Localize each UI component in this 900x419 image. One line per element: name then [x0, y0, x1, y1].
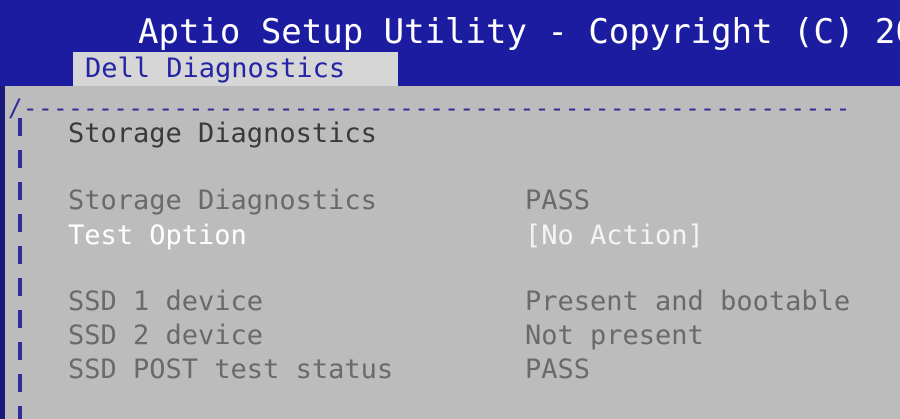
frame-left-border — [18, 118, 22, 419]
test-option-value[interactable]: [No Action] — [525, 220, 704, 252]
test-option-label[interactable]: Test Option — [68, 220, 247, 252]
title-bar: Aptio Setup Utility - Copyright (C) 2018… — [0, 0, 900, 86]
ssd1-device-label: SSD 1 device — [68, 286, 264, 317]
bios-setup-screen: Aptio Setup Utility - Copyright (C) 2018… — [0, 0, 900, 419]
ssd1-device-value: Present and bootable — [525, 286, 851, 317]
ssd-post-test-status-label: SSD POST test status — [68, 354, 394, 385]
storage-diagnostics-value: PASS — [525, 185, 591, 216]
section-heading: Storage Diagnostics — [68, 118, 377, 149]
frame-top-border: /---------------------------------------… — [8, 94, 851, 122]
ssd2-device-value: Not present — [525, 320, 704, 351]
ssd-post-test-status-value: PASS — [525, 354, 591, 385]
tab-dell-diagnostics[interactable]: Dell Diagnostics — [73, 52, 398, 86]
ssd2-device-label: SSD 2 device — [68, 320, 264, 351]
app-title: Aptio Setup Utility - Copyright (C) 2018… — [138, 12, 900, 52]
storage-diagnostics-label: Storage Diagnostics — [68, 185, 377, 216]
